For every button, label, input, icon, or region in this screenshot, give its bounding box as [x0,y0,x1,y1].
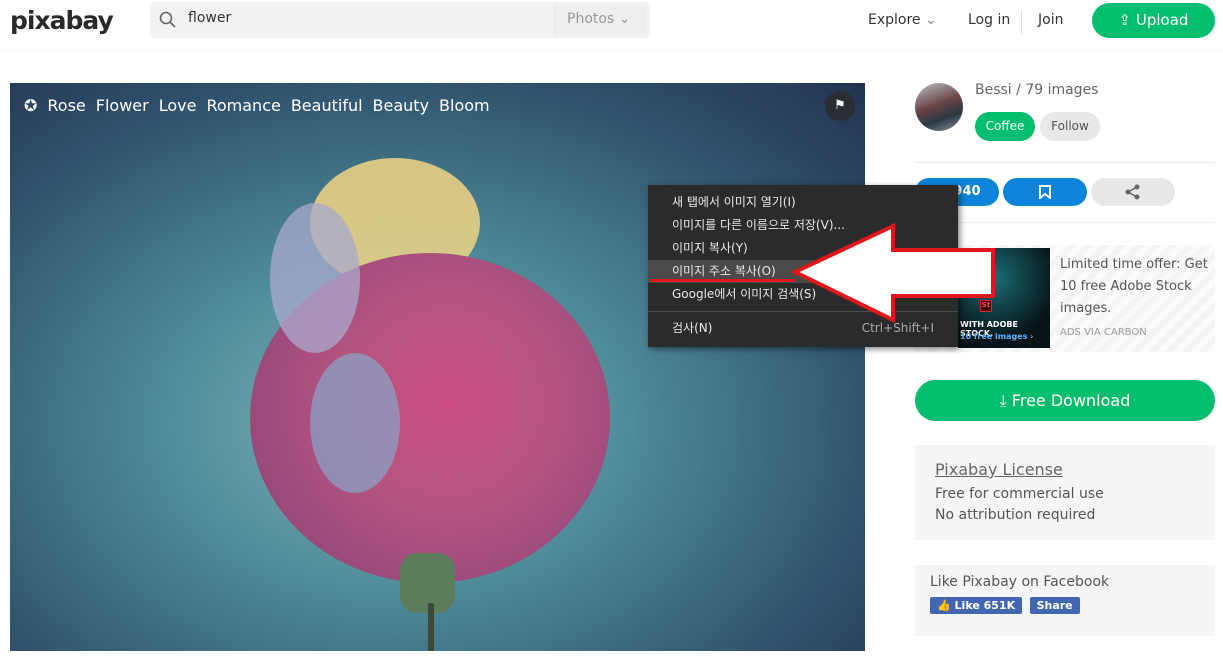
download-icon: ⤓ [999,391,1007,410]
header: pixabay Photos ⌄ Explore ⌄ Log in Join ⇪… [0,0,1223,50]
red-underline [650,279,795,282]
nav-explore[interactable]: Explore ⌄ [868,12,937,28]
avatar[interactable] [915,83,963,131]
follow-button[interactable]: Follow [1040,112,1100,141]
menu-item-inspect-label: 검사(N) [672,321,713,335]
divider [1021,10,1022,34]
search-type-label: Photos [567,11,615,27]
red-arrow-annotation [790,222,995,324]
tag-list: ✪ Rose Flower Love Romance Beautiful Bea… [24,96,490,115]
search-type-dropdown[interactable]: Photos ⌄ [554,5,646,35]
bookmark-button[interactable] [1003,178,1087,206]
license-link[interactable]: Pixabay License [935,459,1195,480]
chevron-down-icon: ⌄ [925,12,937,28]
ad-text[interactable]: Limited time offer: Get 10 free Adobe St… [1060,254,1210,344]
share-icon [1125,184,1140,200]
license-line: Free for commercial use [935,486,1104,502]
ad-image-link: 10 free images › [960,332,1034,341]
search-input[interactable] [188,10,548,26]
facebook-title: Like Pixabay on Facebook [930,574,1110,590]
thumbs-up-icon: 👍 [937,599,951,612]
logo[interactable]: pixabay [10,6,114,35]
ad-text-body[interactable]: Limited time offer: Get 10 free Adobe St… [1060,254,1210,320]
free-download-button[interactable]: ⤓ Free Download [915,380,1215,421]
tag[interactable]: Romance [206,96,280,115]
facebook-share-button[interactable]: Share [1029,597,1080,614]
tag[interactable]: Love [159,96,197,115]
tag[interactable]: Flower [96,96,149,115]
tag[interactable]: Beautiful [291,96,363,115]
license-line: No attribution required [935,507,1096,523]
coffee-button[interactable]: Coffee [975,112,1035,141]
search-bar: Photos ⌄ [150,2,650,38]
bookmark-icon [1039,185,1051,201]
ad-via[interactable]: ADS VIA CARBON [1060,322,1210,344]
upload-icon: ⇪ [1118,11,1132,29]
license-box: Pixabay License Free for commercial use … [915,445,1215,540]
user-name[interactable]: Bessi / 79 images [975,82,1098,98]
nav-explore-label: Explore [868,12,921,28]
facebook-like-label: Like 651K [954,599,1016,612]
search-icon [159,11,176,28]
upload-button[interactable]: ⇪ Upload [1092,3,1215,38]
facebook-box: Like Pixabay on Facebook 👍 Like 651K Sha… [915,565,1215,636]
free-download-label: Free Download [1011,391,1131,410]
divider [915,162,1215,163]
share-button[interactable] [1091,178,1175,206]
nav-login[interactable]: Log in [968,12,1010,28]
tag[interactable]: Bloom [439,96,490,115]
main-image[interactable] [10,83,865,651]
tag[interactable]: Rose [47,96,85,115]
facebook-like-button[interactable]: 👍 Like 651K [930,597,1023,614]
chevron-down-icon: ⌄ [618,11,631,27]
flag-icon[interactable]: ⚑ [825,91,855,121]
nav-join[interactable]: Join [1038,12,1063,28]
tag[interactable]: Beauty [373,96,430,115]
upload-label: Upload [1135,11,1189,29]
menu-item-open-new-tab[interactable]: 새 탭에서 이미지 열기(I) [648,191,958,214]
award-icon: ✪ [24,96,38,115]
